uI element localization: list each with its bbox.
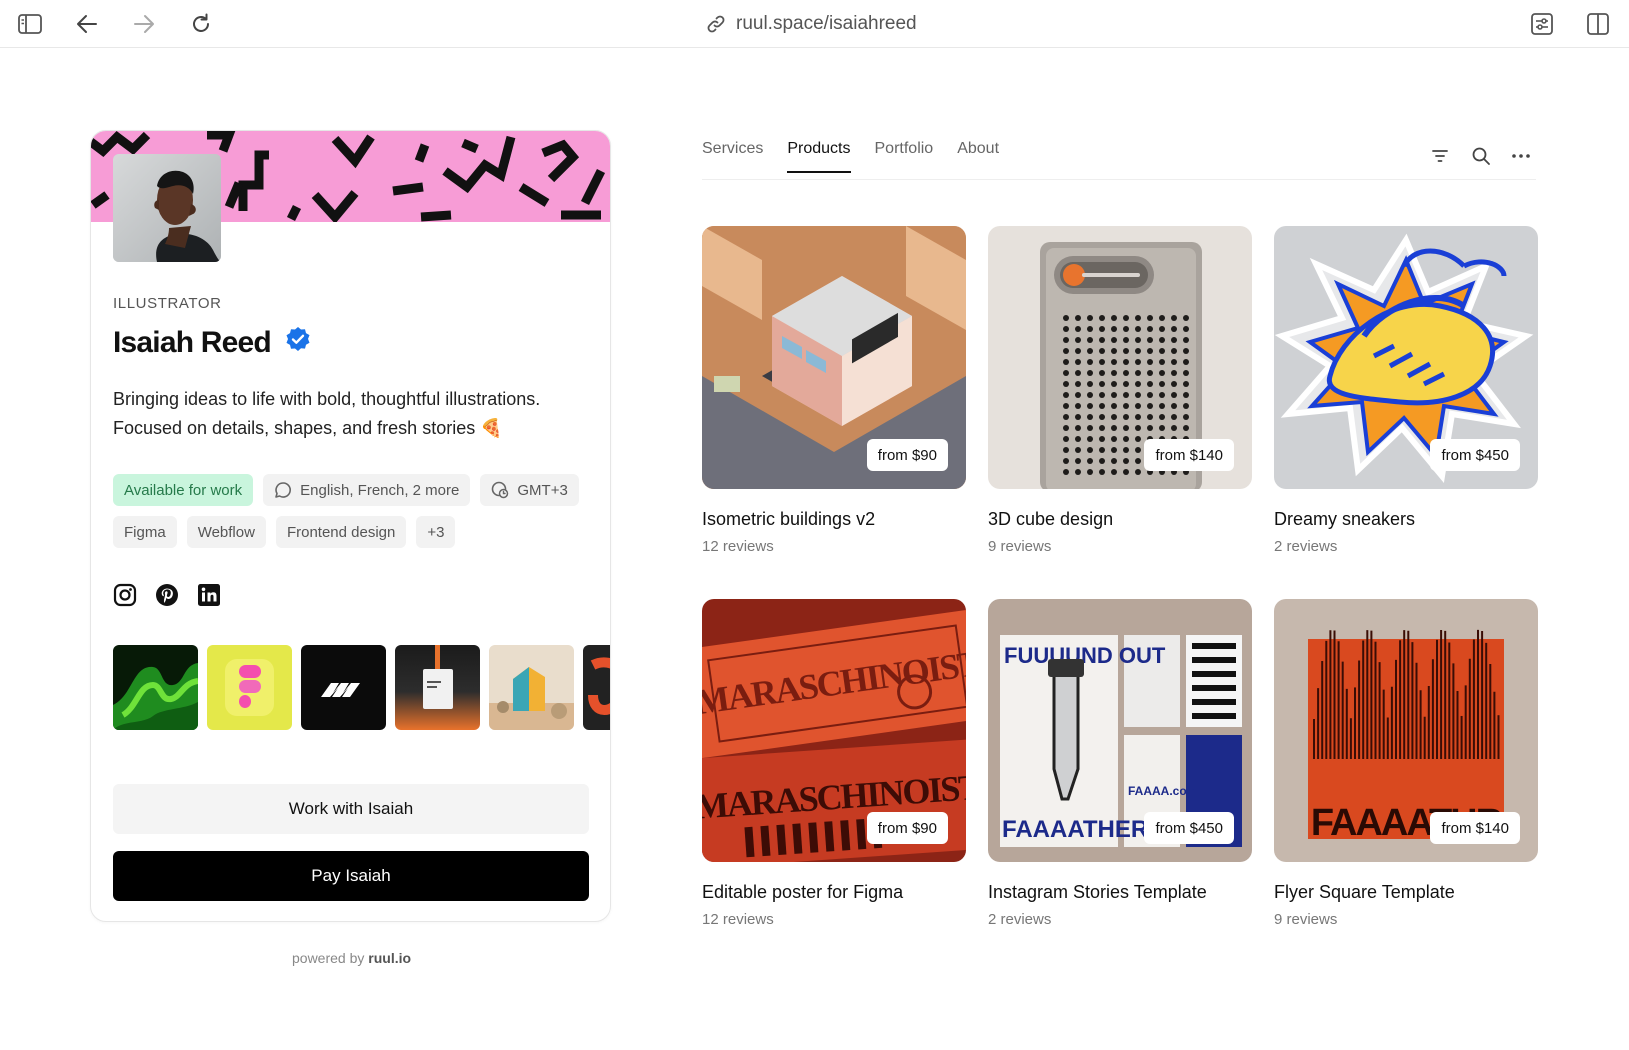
price-badge: from $450 — [1430, 439, 1520, 471]
profile-name-row: Isaiah Reed — [113, 326, 311, 360]
tab-products[interactable]: Products — [787, 140, 851, 173]
languages-tag: English, French, 2 more — [263, 474, 471, 506]
sidebar-toggle-icon[interactable] — [17, 11, 43, 37]
profile-card: ILLUSTRATOR Isaiah Reed Bringing ideas t… — [90, 130, 611, 922]
portfolio-thumbnails — [113, 645, 610, 730]
search-icon[interactable] — [1468, 143, 1494, 169]
social-links — [113, 583, 221, 607]
product-title: Dreamy sneakers — [1274, 509, 1416, 529]
price-badge: from $140 — [1144, 439, 1234, 471]
linkedin-icon[interactable] — [197, 583, 221, 607]
product-card[interactable]: FAAAATHR from $140 Flyer Square Template… — [1274, 599, 1538, 928]
powered-link[interactable]: ruul.io — [368, 950, 411, 966]
back-arrow-icon[interactable] — [74, 11, 100, 37]
product-reviews: 9 reviews — [988, 538, 1052, 555]
svg-text:FUUUUND OUT: FUUUUND OUT — [1004, 643, 1166, 668]
powered-prefix: powered by — [292, 950, 369, 966]
skill-tag: Webflow — [186, 516, 266, 548]
profile-role: ILLUSTRATOR — [113, 295, 222, 312]
more-icon[interactable] — [1508, 143, 1534, 169]
product-card[interactable]: FUUUUND OUT FAAAATHER FAAAA.com from $45… — [988, 599, 1252, 928]
price-badge: from $90 — [866, 439, 948, 471]
timezone-label: GMT+3 — [517, 481, 568, 499]
link-icon — [707, 15, 725, 33]
tab-about[interactable]: About — [957, 140, 999, 172]
product-title: Isometric buildings v2 — [702, 509, 876, 529]
product-title: Instagram Stories Template — [988, 882, 1207, 902]
price-badge: from $450 — [1144, 812, 1234, 844]
url-text: ruul.space/isaiahreed — [736, 13, 917, 34]
bio-line-1: Bringing ideas to life with bold, though… — [113, 389, 541, 409]
svg-text:FAAAA.com: FAAAA.com — [1128, 784, 1197, 798]
tab-services[interactable]: Services — [702, 140, 763, 172]
verified-badge-icon — [285, 326, 311, 360]
product-reviews: 2 reviews — [988, 911, 1052, 928]
profile-name: Isaiah Reed — [113, 326, 272, 359]
tabs-divider — [702, 179, 1536, 180]
profile-tags: Available for work English, French, 2 mo… — [113, 474, 593, 548]
product-reviews: 9 reviews — [1274, 911, 1338, 928]
pay-button[interactable]: Pay Isaiah — [113, 851, 589, 901]
product-card[interactable]: from $450 Dreamy sneakers 2 reviews — [1274, 226, 1538, 555]
tab-portfolio[interactable]: Portfolio — [875, 140, 934, 172]
portfolio-thumbnail[interactable] — [583, 645, 610, 730]
profile-tabs: Services Products Portfolio About — [702, 140, 999, 173]
portfolio-thumbnail[interactable] — [489, 645, 574, 730]
work-with-button[interactable]: Work with Isaiah — [113, 784, 589, 834]
portrait-image — [113, 154, 221, 262]
languages-label: English, French, 2 more — [300, 481, 460, 499]
skill-tag: Figma — [113, 516, 177, 548]
split-view-icon[interactable] — [1585, 11, 1611, 37]
product-reviews: 12 reviews — [702, 911, 774, 928]
skill-tag: Frontend design — [275, 516, 407, 548]
product-title: Flyer Square Template — [1274, 882, 1455, 902]
portfolio-thumbnail[interactable] — [113, 645, 198, 730]
product-card[interactable]: MARASCHINOIST MARASCHINOIST from $90 Edi… — [702, 599, 966, 928]
product-reviews: 2 reviews — [1274, 538, 1338, 555]
product-image: FUUUUND OUT FAAAATHER FAAAA.com from $45… — [988, 599, 1252, 862]
reload-icon[interactable] — [188, 11, 214, 37]
portfolio-thumbnail[interactable] — [395, 645, 480, 730]
profile-bio: Bringing ideas to life with bold, though… — [113, 385, 583, 443]
pinterest-icon[interactable] — [155, 583, 179, 607]
portfolio-thumbnail[interactable] — [301, 645, 386, 730]
bio-line-2: Focused on details, shapes, and fresh st… — [113, 418, 476, 438]
chat-bubble-icon — [275, 482, 292, 498]
product-reviews: 12 reviews — [702, 538, 774, 555]
svg-text:FAAAATHER: FAAAATHER — [1002, 816, 1148, 843]
timezone-tag: GMT+3 — [480, 474, 579, 506]
product-image: MARASCHINOIST MARASCHINOIST from $90 — [702, 599, 966, 862]
product-title: 3D cube design — [988, 509, 1114, 529]
product-card[interactable]: from $140 3D cube design 9 reviews — [988, 226, 1252, 555]
availability-badge: Available for work — [113, 474, 254, 506]
avatar — [113, 154, 221, 262]
clock-globe-icon — [492, 481, 509, 499]
powered-by: powered by ruul.io — [292, 950, 411, 966]
product-image: from $140 — [988, 226, 1252, 489]
customize-icon[interactable] — [1529, 11, 1555, 37]
product-image: from $450 — [1274, 226, 1538, 489]
portfolio-thumbnail[interactable] — [207, 645, 292, 730]
pizza-emoji: 🍕 — [480, 418, 503, 438]
product-image: FAAAATHR from $140 — [1274, 599, 1538, 862]
forward-arrow-icon[interactable] — [131, 11, 157, 37]
product-card[interactable]: from $90 Isometric buildings v2 12 revie… — [702, 226, 966, 555]
more-skills-tag[interactable]: +3 — [416, 516, 456, 548]
price-badge: from $90 — [866, 812, 948, 844]
filter-icon[interactable] — [1427, 143, 1453, 169]
product-image: from $90 — [702, 226, 966, 489]
address-bar[interactable]: ruul.space/isaiahreed — [706, 12, 917, 36]
instagram-icon[interactable] — [113, 583, 137, 607]
product-title: Editable poster for Figma — [702, 882, 904, 902]
browser-toolbar: ruul.space/isaiahreed — [0, 0, 1629, 48]
price-badge: from $140 — [1430, 812, 1520, 844]
